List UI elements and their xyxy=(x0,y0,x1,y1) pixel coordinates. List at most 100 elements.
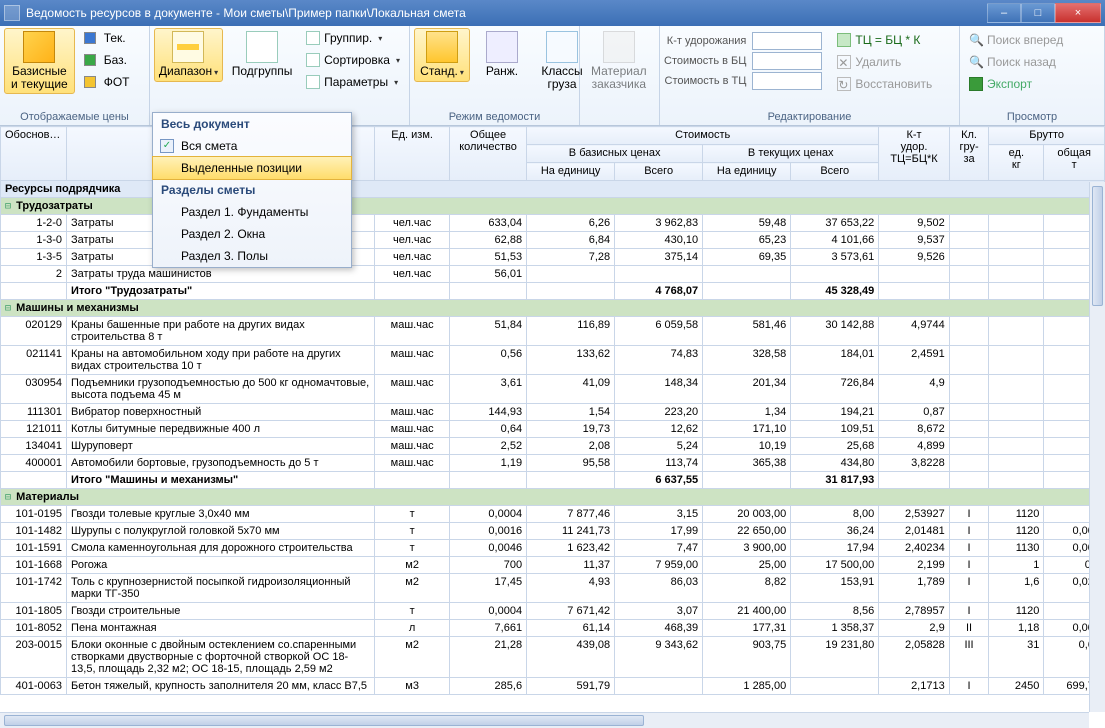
cell[interactable]: 21 400,00 xyxy=(703,603,791,620)
cell[interactable]: 2,05828 xyxy=(879,637,949,678)
cell[interactable]: 19,73 xyxy=(527,421,615,438)
cell[interactable]: Итого "Машины и механизмы" xyxy=(67,472,375,489)
cell[interactable]: Толь с крупнозернистой посыпкой гидроизо… xyxy=(67,574,375,603)
cell[interactable]: 030954 xyxy=(1,375,67,404)
cell[interactable] xyxy=(703,266,791,283)
col-qty[interactable]: Общее количество xyxy=(450,127,527,181)
cell[interactable]: 17,45 xyxy=(450,574,527,603)
cell[interactable] xyxy=(949,472,989,489)
cell[interactable]: II xyxy=(949,620,989,637)
range-button[interactable]: Диапазон▾ xyxy=(154,28,223,82)
cell[interactable]: 109,51 xyxy=(791,421,879,438)
cell[interactable]: 31 xyxy=(989,637,1044,678)
cell[interactable] xyxy=(615,266,703,283)
cell[interactable]: маш.час xyxy=(375,455,450,472)
horizontal-scrollbar[interactable] xyxy=(0,712,1089,728)
cell[interactable]: 0,87 xyxy=(879,404,949,421)
cell[interactable]: 2,9 xyxy=(879,620,949,637)
cell[interactable]: 19 231,80 xyxy=(791,637,879,678)
cell[interactable]: Автомобили бортовые, грузоподъемность до… xyxy=(67,455,375,472)
cell[interactable]: 1 358,37 xyxy=(791,620,879,637)
cell[interactable]: 61,14 xyxy=(527,620,615,637)
find-forward-button[interactable]: 🔍Поиск вперед xyxy=(964,30,1068,50)
cell[interactable] xyxy=(949,404,989,421)
subgroups-button[interactable]: Подгруппы xyxy=(227,28,297,81)
cell[interactable]: м3 xyxy=(375,678,450,695)
cell[interactable]: 375,14 xyxy=(615,249,703,266)
cell[interactable] xyxy=(375,283,450,300)
cell[interactable]: 2,78957 xyxy=(879,603,949,620)
cell[interactable]: Котлы битумные передвижные 400 л xyxy=(67,421,375,438)
cell[interactable]: м2 xyxy=(375,637,450,678)
cell[interactable]: 468,39 xyxy=(615,620,703,637)
cell[interactable] xyxy=(949,215,989,232)
cell[interactable]: 6 637,55 xyxy=(615,472,703,489)
cell[interactable]: т xyxy=(375,540,450,557)
cell[interactable]: Затраты труда машинистов xyxy=(67,266,375,283)
cell[interactable]: 20 003,00 xyxy=(703,506,791,523)
cell[interactable]: 1-2-0 xyxy=(1,215,67,232)
cell[interactable]: I xyxy=(949,574,989,603)
cell[interactable]: I xyxy=(949,678,989,695)
cell[interactable]: 8,56 xyxy=(791,603,879,620)
cell[interactable]: 1,19 xyxy=(450,455,527,472)
cell[interactable] xyxy=(879,472,949,489)
cell[interactable]: 31 817,93 xyxy=(791,472,879,489)
cell[interactable] xyxy=(1,283,67,300)
cell[interactable]: 101-1742 xyxy=(1,574,67,603)
vertical-scrollbar[interactable] xyxy=(1089,182,1105,712)
table-row[interactable]: 111301Вибратор поверхностныймаш.час144,9… xyxy=(1,404,1105,421)
cell[interactable]: 7,28 xyxy=(527,249,615,266)
maximize-button[interactable]: □ xyxy=(1021,3,1055,23)
cell[interactable]: 37 653,22 xyxy=(791,215,879,232)
cell[interactable]: 7 671,42 xyxy=(527,603,615,620)
cell[interactable]: маш.час xyxy=(375,421,450,438)
table-row[interactable]: 101-1591Смола каменноугольная для дорожн… xyxy=(1,540,1105,557)
cell[interactable]: 1120 xyxy=(989,523,1044,540)
cell[interactable]: 95,58 xyxy=(527,455,615,472)
minimize-button[interactable]: – xyxy=(987,3,1021,23)
menu-item-section3[interactable]: Раздел 3. Полы xyxy=(153,245,351,267)
cell[interactable]: 2,4591 xyxy=(879,346,949,375)
cell[interactable]: 2450 xyxy=(989,678,1044,695)
restore-button[interactable]: ↻Восстановить xyxy=(832,74,937,94)
cell[interactable]: 285,6 xyxy=(450,678,527,695)
cell[interactable]: 51,53 xyxy=(450,249,527,266)
cell[interactable]: 3 962,83 xyxy=(615,215,703,232)
cell[interactable]: 4,9744 xyxy=(879,317,949,346)
cell[interactable]: т xyxy=(375,603,450,620)
cell[interactable]: 3,61 xyxy=(450,375,527,404)
cell[interactable]: чел.час xyxy=(375,249,450,266)
cell[interactable]: 4 768,07 xyxy=(615,283,703,300)
section-row[interactable]: ⊟ Материалы xyxy=(1,489,1105,506)
cell[interactable]: 1-3-5 xyxy=(1,249,67,266)
cell[interactable]: м2 xyxy=(375,557,450,574)
cell[interactable]: 101-0195 xyxy=(1,506,67,523)
menu-item-all[interactable]: ✓Вся смета xyxy=(153,135,351,157)
cell[interactable]: 36,24 xyxy=(791,523,879,540)
table-row[interactable]: 101-1805Гвозди строительныет0,00047 671,… xyxy=(1,603,1105,620)
cell[interactable] xyxy=(989,346,1044,375)
col-osnov[interactable]: Обоснование xyxy=(1,127,67,181)
cell[interactable]: 1-3-0 xyxy=(1,232,67,249)
cell[interactable]: т xyxy=(375,506,450,523)
cell[interactable]: 101-1668 xyxy=(1,557,67,574)
cell[interactable]: 4 101,66 xyxy=(791,232,879,249)
cell[interactable]: 45 328,49 xyxy=(791,283,879,300)
cell[interactable]: Пена монтажная xyxy=(67,620,375,637)
cell[interactable] xyxy=(989,266,1044,283)
cell[interactable]: 9 343,62 xyxy=(615,637,703,678)
table-row[interactable]: 101-1742Толь с крупнозернистой посыпкой … xyxy=(1,574,1105,603)
cell[interactable] xyxy=(989,421,1044,438)
cell[interactable]: 148,34 xyxy=(615,375,703,404)
cell[interactable]: 30 142,88 xyxy=(791,317,879,346)
cell[interactable]: Итого "Трудозатраты" xyxy=(67,283,375,300)
cell[interactable]: 9,526 xyxy=(879,249,949,266)
cell[interactable]: 434,80 xyxy=(791,455,879,472)
cell[interactable]: 633,04 xyxy=(450,215,527,232)
cell[interactable]: 7,47 xyxy=(615,540,703,557)
cell[interactable] xyxy=(989,215,1044,232)
cell[interactable] xyxy=(989,404,1044,421)
cell[interactable]: 2,53927 xyxy=(879,506,949,523)
cell[interactable]: Краны на автомобильном ходу при работе н… xyxy=(67,346,375,375)
